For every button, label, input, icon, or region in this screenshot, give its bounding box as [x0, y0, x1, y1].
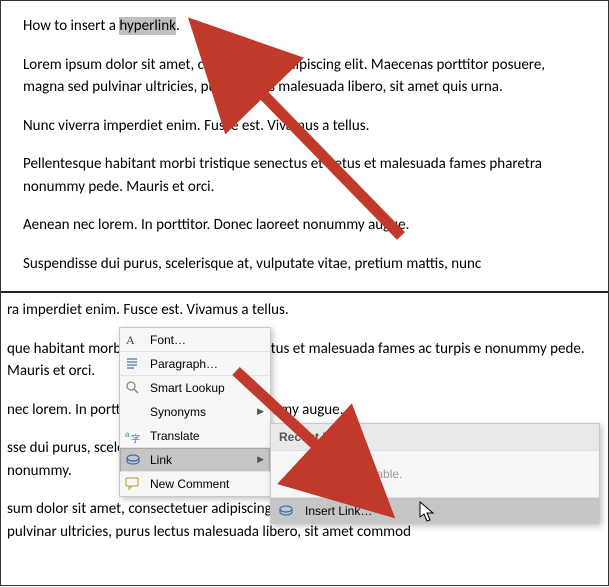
link-icon [124, 451, 142, 469]
svg-text:a: a [125, 430, 130, 439]
menu-label: Synonyms [150, 403, 249, 421]
submenu-header: Recent Items [271, 424, 599, 451]
translate-icon: a字 [124, 427, 142, 445]
smart-lookup-icon [124, 379, 142, 397]
submenu-empty-text: No items available. [271, 451, 599, 497]
menu-item-translate[interactable]: a字 Translate [120, 424, 270, 448]
menu-item-paragraph[interactable]: Paragraph… [120, 352, 270, 376]
paragraph-icon [124, 355, 142, 373]
menu-item-new-comment[interactable]: New Comment [120, 472, 270, 496]
body-paragraph: Lorem ipsum dolor sit amet, consectetuer… [23, 54, 586, 99]
body-paragraph: Pellentesque habitant morbi tristique se… [23, 153, 586, 198]
body-paragraph: nec lorem. In porttitor. Donec laoreet n… [7, 399, 586, 422]
menu-item-font[interactable]: A Font… [120, 328, 270, 352]
menu-label: Font… [150, 331, 264, 349]
menu-label: Paragraph… [150, 355, 264, 373]
heading-line: How to insert a hyperlink. [23, 15, 586, 38]
blank-icon [124, 403, 142, 421]
body-paragraph: que habitant morbi tristique senectus et… [7, 338, 586, 383]
body-paragraph: ra imperdiet enim. Fusce est. Vivamus a … [7, 299, 586, 322]
chevron-right-icon: ▶ [257, 453, 264, 467]
menu-label: Link [150, 451, 249, 469]
comment-icon [124, 475, 142, 493]
body-paragraph: Suspendisse dui purus, scelerisque at, v… [23, 253, 586, 276]
body-paragraph: Nunc viverra imperdiet enim. Fusce est. … [23, 115, 586, 138]
heading-pre: How to insert a [23, 17, 119, 35]
selected-text[interactable]: hyperlink [119, 17, 176, 35]
link-icon [277, 502, 295, 520]
body-paragraph: Aenean nec lorem. In porttitor. Donec la… [23, 214, 586, 237]
menu-item-synonyms[interactable]: Synonyms ▶ [120, 400, 270, 424]
svg-text:A: A [126, 333, 135, 347]
link-submenu[interactable]: Recent Items No items available. Insert … [270, 423, 600, 524]
font-icon: A [124, 331, 142, 349]
heading-post: . [176, 17, 180, 35]
menu-item-link[interactable]: Link ▶ [120, 448, 270, 472]
document-area-upper: How to insert a hyperlink. Lorem ipsum d… [1, 1, 608, 275]
svg-text:字: 字 [131, 433, 140, 444]
menu-label: New Comment [150, 475, 264, 493]
chevron-right-icon: ▶ [257, 405, 264, 419]
context-menu[interactable]: A Font… Paragraph… Smart Lookup Synonyms… [119, 327, 271, 497]
menu-item-smart-lookup[interactable]: Smart Lookup [120, 376, 270, 400]
menu-label: Translate [150, 427, 264, 445]
submenu-item-insert-link[interactable]: Insert Link… [271, 497, 599, 523]
menu-label: Smart Lookup [150, 379, 264, 397]
submenu-label: Insert Link… [305, 502, 372, 520]
